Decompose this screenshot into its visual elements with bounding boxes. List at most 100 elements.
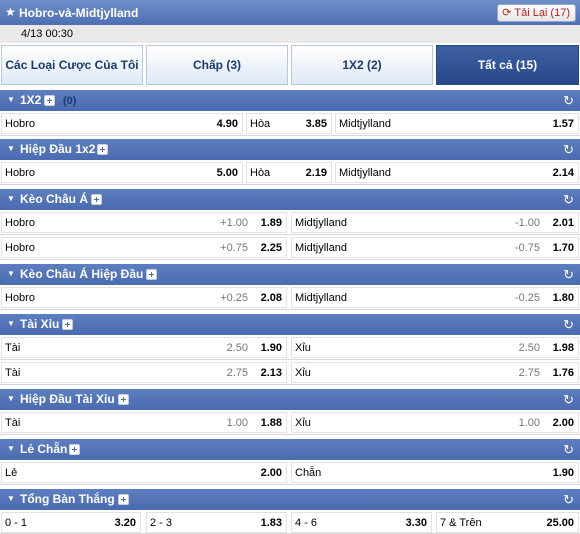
odds-cell-home[interactable]: Hobro 5.00 [1,162,243,183]
section-title: Kèo Châu Á [20,192,89,206]
triangle-down-icon[interactable]: ▼ [7,95,15,104]
handicap-line: +0.75 [220,242,248,254]
odds-row: Hobro +1.00 1.89 Midtjylland -1.00 2.01 [0,210,580,235]
goal-line: 1.00 [518,417,540,429]
odds-cell-away[interactable]: Midtjylland -1.00 2.01 [291,212,579,233]
odds-cell-total-2-3[interactable]: 2 - 3 1.83 [146,512,287,533]
odds-value: 2.01 [552,217,574,229]
odds-cell-over[interactable]: Tài 1.00 1.88 [1,412,287,433]
plus-box-icon[interactable] [91,194,102,205]
selection-label: Tài [5,342,21,354]
refresh-icon[interactable]: ↻ [563,93,574,109]
odds-cell-under[interactable]: Xỉu 2.50 1.98 [291,337,579,358]
tab-handicap[interactable]: Chấp (3) [146,45,288,85]
odds-row: Hobro 5.00 Hòa 2.19 Midtjylland 2.14 [0,160,580,185]
odds-cell-under[interactable]: Xỉu 2.75 1.76 [291,362,579,383]
star-icon[interactable]: ★ [5,5,16,19]
triangle-down-icon[interactable]: ▼ [7,194,15,203]
goal-line: 2.75 [226,367,248,379]
plus-box-icon[interactable] [44,95,55,106]
odds-cell-home[interactable]: Hobro 4.90 [1,113,243,134]
odds-row: Hobro +0.25 2.08 Midtjylland -0.25 1.80 [0,285,580,310]
selection-label: Hòa [250,167,271,179]
odds-value: 1.83 [260,517,282,529]
section-header-first-half-over-under[interactable]: ▼ Hiệp Đầu Tài Xỉu ↻ [0,389,580,410]
refresh-icon[interactable]: ↻ [563,142,574,158]
tab-all[interactable]: Tất cả (15) [436,45,579,85]
selection-label: Chẵn [295,467,322,479]
odds-cell-over[interactable]: Tài 2.75 2.13 [1,362,287,383]
tab-1x2[interactable]: 1X2 (2) [291,45,433,85]
odds-row: Hobro 4.90 Hòa 3.85 Midtjylland 1.57 [0,111,580,136]
section-header-asian-handicap[interactable]: ▼ Kèo Châu Á ↻ [0,189,580,210]
odds-cell-away[interactable]: Midtjylland -0.25 1.80 [291,287,579,308]
odds-row: 0 - 1 3.20 2 - 3 1.83 4 - 6 3.30 7 & Trê… [0,510,580,534]
selection-label: Midtjylland [339,167,391,179]
section-header-first-half-1x2[interactable]: ▼ Hiệp Đầu 1x2 ↻ [0,139,580,160]
odds-cell-home[interactable]: Hobro +1.00 1.89 [1,212,287,233]
triangle-down-icon[interactable]: ▼ [7,269,15,278]
odds-cell-total-4-6[interactable]: 4 - 6 3.30 [291,512,432,533]
odds-cell-away[interactable]: Midtjylland 1.57 [335,113,579,134]
odds-cell-even[interactable]: Chẵn 1.90 [291,462,579,483]
odds-value: 1.98 [552,342,574,354]
refresh-icon[interactable]: ↻ [563,267,574,283]
section-title: Tài Xỉu [20,317,60,331]
triangle-down-icon[interactable]: ▼ [7,144,15,153]
refresh-icon[interactable]: ↻ [563,317,574,333]
section-header-1x2[interactable]: ▼ 1X2 (0) ↻ [0,90,580,111]
selection-label: Midtjylland [295,217,347,229]
selection-label: Xỉu [295,342,311,354]
handicap-line: +0.25 [220,292,248,304]
odds-cell-away[interactable]: Midtjylland 2.14 [335,162,579,183]
odds-cell-home[interactable]: Hobro +0.75 2.25 [1,237,287,258]
triangle-down-icon[interactable]: ▼ [7,494,15,503]
odds-value: 25.00 [546,517,574,529]
triangle-down-icon[interactable]: ▼ [7,319,15,328]
odds-value: 1.57 [552,118,574,130]
odds-value: 1.90 [260,342,282,354]
plus-box-icon[interactable] [69,444,80,455]
odds-cell-away[interactable]: Midtjylland -0.75 1.70 [291,237,579,258]
goal-line: 2.50 [518,342,540,354]
match-title: Hobro-và-Midtjylland [19,6,139,20]
odds-cell-over[interactable]: Tài 2.50 1.90 [1,337,287,358]
refresh-icon[interactable]: ↻ [563,442,574,458]
odds-value: 2.19 [305,167,327,179]
section-header-odd-even[interactable]: ▼ Lẻ Chẵn ↻ [0,439,580,460]
odds-cell-odd[interactable]: Lẻ 2.00 [1,462,287,483]
odds-value: 3.85 [305,118,327,130]
odds-cell-total-0-1[interactable]: 0 - 1 3.20 [1,512,141,533]
bet-type-tabs: Các Loại Cược Của Tôi Chấp (3) 1X2 (2) T… [0,43,580,87]
plus-box-icon[interactable] [62,319,73,330]
selection-label: Tài [5,367,21,379]
odds-cell-home[interactable]: Hobro +0.25 2.08 [1,287,287,308]
match-title-bar: ★ Hobro-và-Midtjylland ⟳ Tải Lại (17) [0,0,580,25]
refresh-icon[interactable]: ↻ [563,492,574,508]
section-header-total-goals[interactable]: ▼ Tổng Bàn Thắng ↻ [0,489,580,510]
section-title: Tổng Bàn Thắng [20,492,115,506]
odds-value: 2.14 [552,167,574,179]
refresh-button[interactable]: ⟳ Tải Lại (17) [497,4,576,22]
odds-value: 3.30 [405,517,427,529]
plus-box-icon[interactable] [97,144,108,155]
triangle-down-icon[interactable]: ▼ [7,394,15,403]
odds-cell-draw[interactable]: Hòa 2.19 [246,162,332,183]
odds-cell-under[interactable]: Xỉu 1.00 2.00 [291,412,579,433]
selection-label: Hobro [5,217,35,229]
plus-box-icon[interactable] [118,494,129,505]
refresh-icon[interactable]: ↻ [563,192,574,208]
odds-cell-total-7-plus[interactable]: 7 & Trên 25.00 [436,512,579,533]
triangle-down-icon[interactable]: ▼ [7,444,15,453]
match-datetime: 4/13 00:30 [21,28,73,40]
selection-label: Hobro [5,292,35,304]
odds-cell-draw[interactable]: Hòa 3.85 [246,113,332,134]
refresh-icon[interactable]: ↻ [563,392,574,408]
plus-box-icon[interactable] [146,269,157,280]
plus-box-icon[interactable] [118,394,129,405]
odds-value: 1.76 [552,367,574,379]
section-header-over-under[interactable]: ▼ Tài Xỉu ↻ [0,314,580,335]
tab-my-bets[interactable]: Các Loại Cược Của Tôi [1,45,143,85]
odds-row: Tài 2.50 1.90 Xỉu 2.50 1.98 [0,335,580,360]
section-header-first-half-asian-handicap[interactable]: ▼ Kèo Châu Á Hiệp Đầu ↻ [0,264,580,285]
